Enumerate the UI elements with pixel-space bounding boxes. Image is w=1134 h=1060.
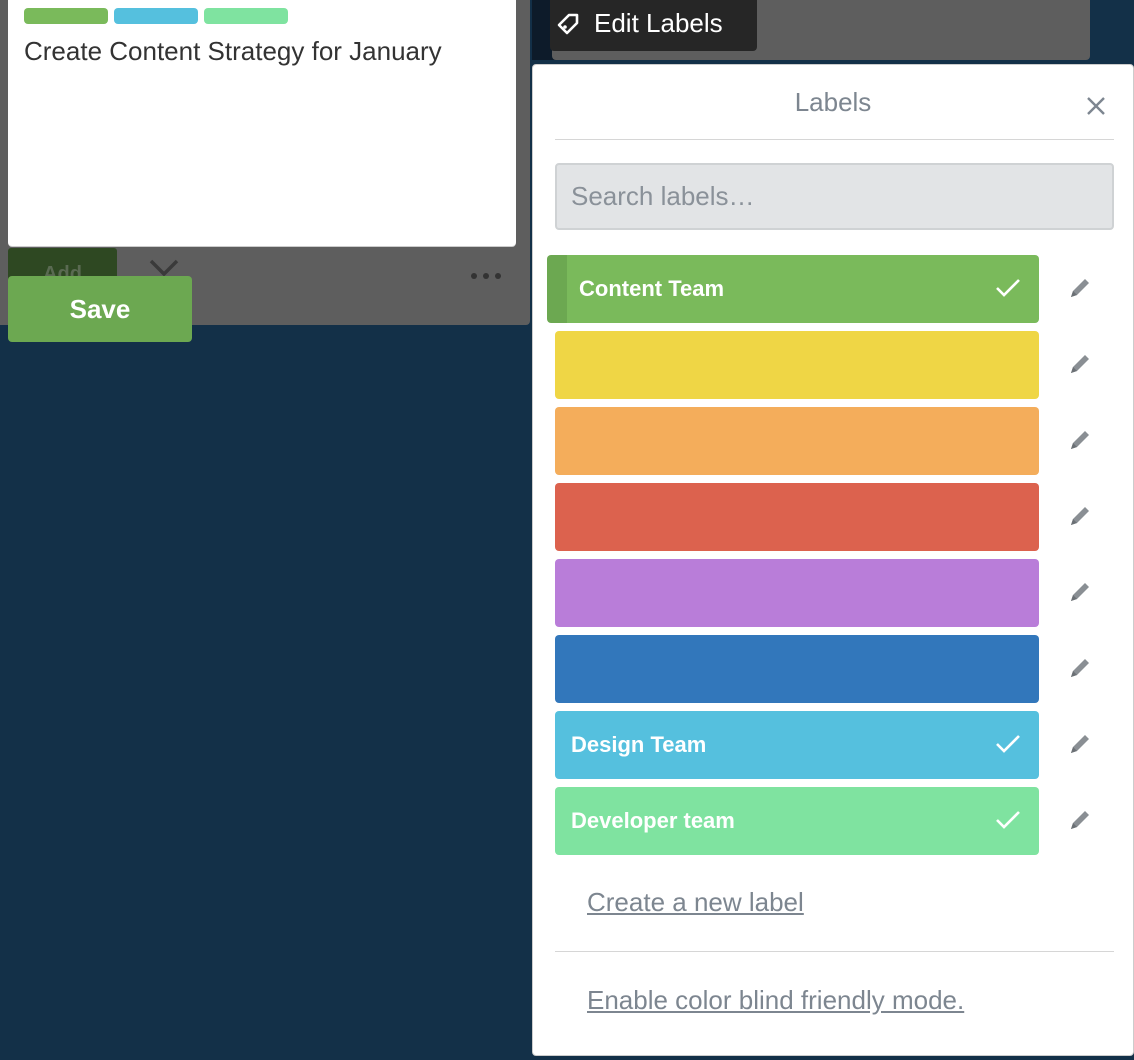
check-icon bbox=[996, 811, 1020, 829]
edit-label-pencil-icon[interactable] bbox=[1067, 731, 1093, 757]
edit-label-pencil-icon[interactable] bbox=[1067, 351, 1093, 377]
label-option[interactable] bbox=[555, 559, 1039, 627]
more-options-icon[interactable] bbox=[468, 268, 504, 284]
card-label-chip bbox=[114, 8, 198, 24]
check-icon bbox=[996, 735, 1020, 753]
edit-label-pencil-icon[interactable] bbox=[1067, 427, 1093, 453]
edit-labels-text: Edit Labels bbox=[594, 8, 723, 38]
save-button[interactable]: Save bbox=[8, 276, 192, 342]
label-name: Content Team bbox=[579, 276, 725, 301]
color-blind-mode-link[interactable]: Enable color blind friendly mode. bbox=[587, 985, 964, 1016]
card-editor[interactable]: Create Content Strategy for January bbox=[8, 0, 516, 246]
edit-label-pencil-icon[interactable] bbox=[1067, 503, 1093, 529]
label-option[interactable] bbox=[555, 483, 1039, 551]
create-label-link[interactable]: Create a new label bbox=[587, 887, 804, 918]
card-label-chip bbox=[24, 8, 108, 24]
check-icon bbox=[996, 279, 1020, 297]
edit-label-pencil-icon[interactable] bbox=[1067, 807, 1093, 833]
label-name: Developer team bbox=[571, 808, 735, 833]
label-option[interactable]: Design Team bbox=[555, 711, 1039, 779]
search-labels-input[interactable] bbox=[555, 163, 1114, 230]
divider bbox=[555, 139, 1114, 140]
labels-popover: Labels Content Team Design Team Developer … bbox=[532, 64, 1134, 1056]
divider bbox=[555, 951, 1114, 952]
edit-label-pencil-icon[interactable] bbox=[1067, 655, 1093, 681]
label-option[interactable] bbox=[555, 635, 1039, 703]
edit-label-pencil-icon[interactable] bbox=[1067, 275, 1093, 301]
label-option[interactable] bbox=[555, 331, 1039, 399]
hover-indicator bbox=[547, 255, 567, 323]
label-option[interactable]: Developer team bbox=[555, 787, 1039, 855]
label-option[interactable]: Content Team bbox=[547, 255, 1039, 323]
label-name: Design Team bbox=[571, 732, 707, 757]
card-title[interactable]: Create Content Strategy for January bbox=[24, 36, 442, 67]
label-option[interactable] bbox=[555, 407, 1039, 475]
edit-labels-button[interactable]: Edit Labels bbox=[550, 0, 757, 51]
popover-title: Labels bbox=[794, 87, 872, 117]
edit-label-pencil-icon[interactable] bbox=[1067, 579, 1093, 605]
close-icon[interactable] bbox=[1083, 93, 1109, 119]
card-label-chip bbox=[204, 8, 288, 24]
tag-icon bbox=[557, 13, 579, 35]
